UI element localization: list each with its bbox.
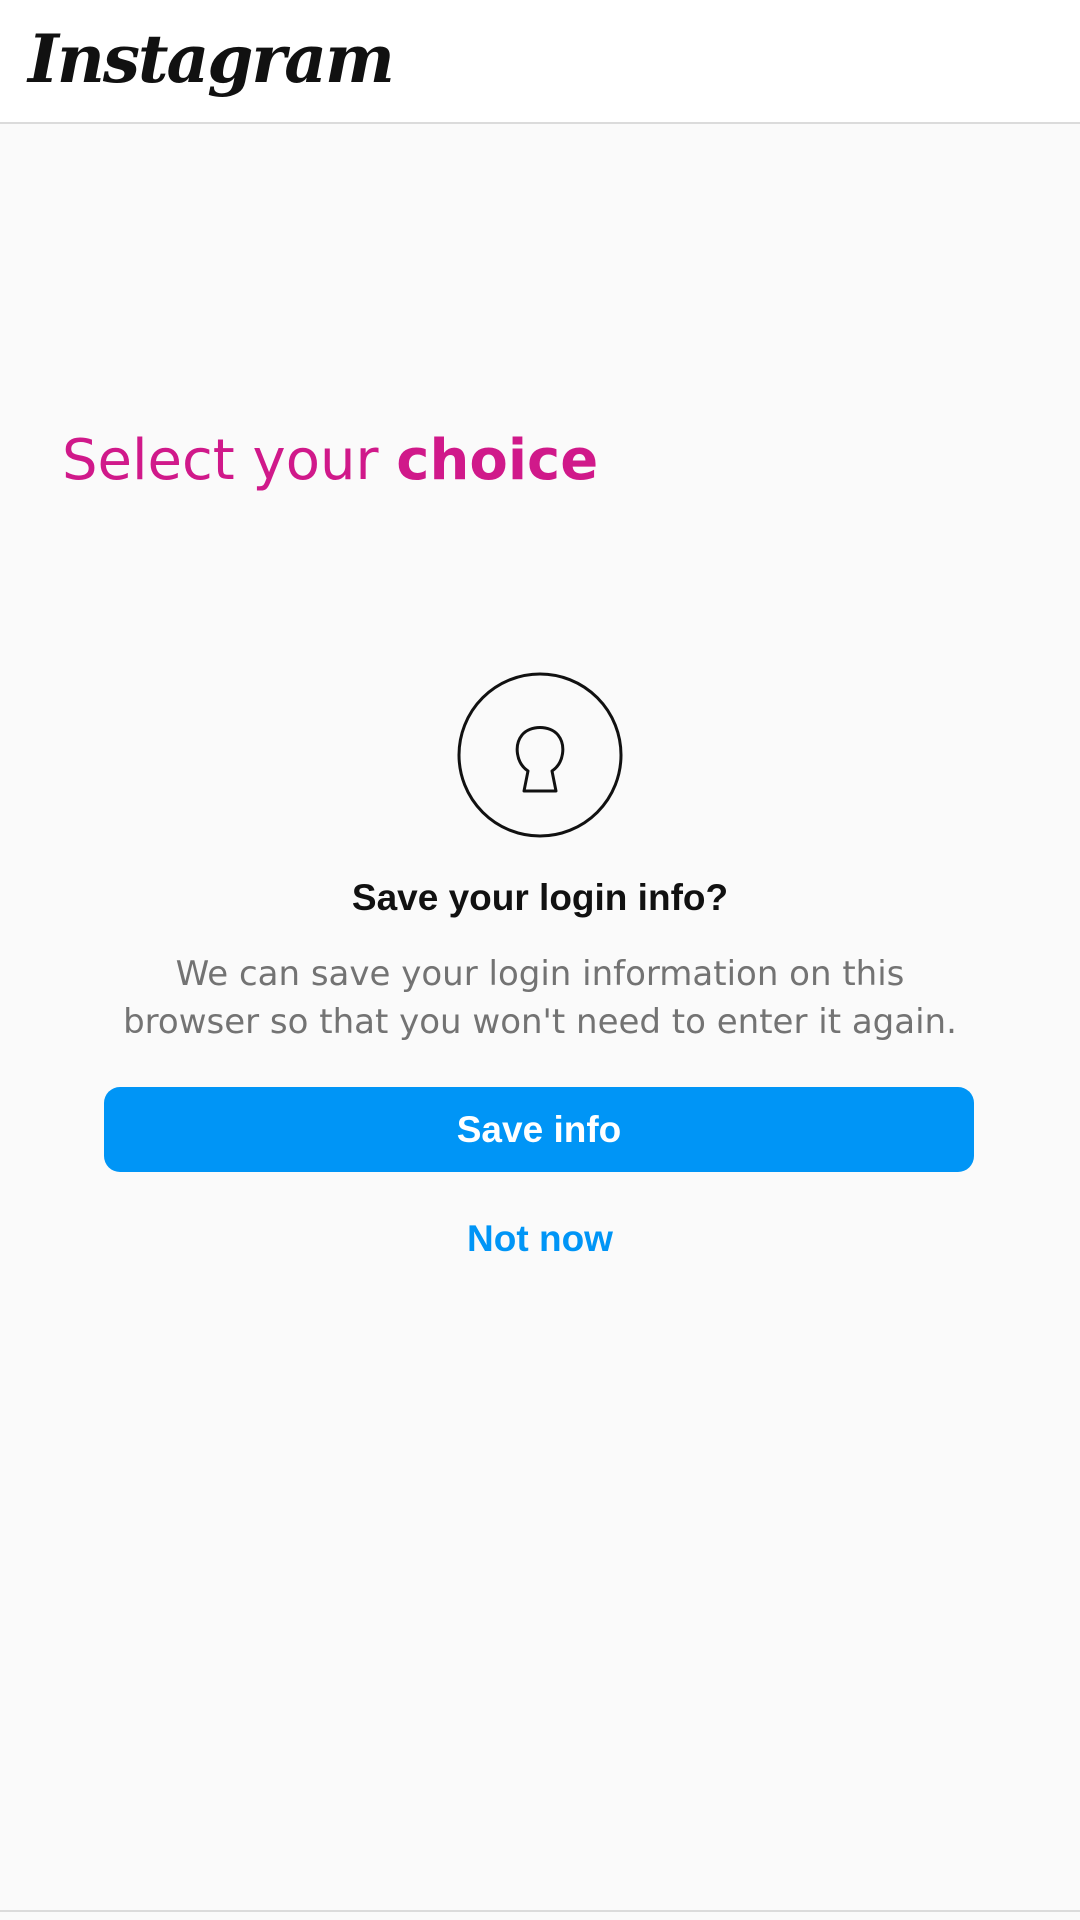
not-now-button[interactable]: Not now [0,1215,1080,1263]
save-info-button[interactable]: Save info [104,1087,974,1172]
dialog-description-line2: browser so that you won't need to enter … [123,1002,957,1042]
keyhole-lock-icon [456,671,624,839]
dialog-title: Save your login info? [351,877,729,918]
heading-bold-text: choice [396,428,599,493]
select-choice-heading: Select your choice [62,420,598,502]
top-bar: Instagram [0,0,1080,124]
dialog-description-line1: We can save your login information on th… [175,954,905,994]
bottom-divider [0,1910,1080,1912]
instagram-logo[interactable]: Instagram [28,14,395,104]
heading-normal-text: Select your [62,428,397,493]
dialog-description: We can save your login information on th… [90,950,990,1046]
